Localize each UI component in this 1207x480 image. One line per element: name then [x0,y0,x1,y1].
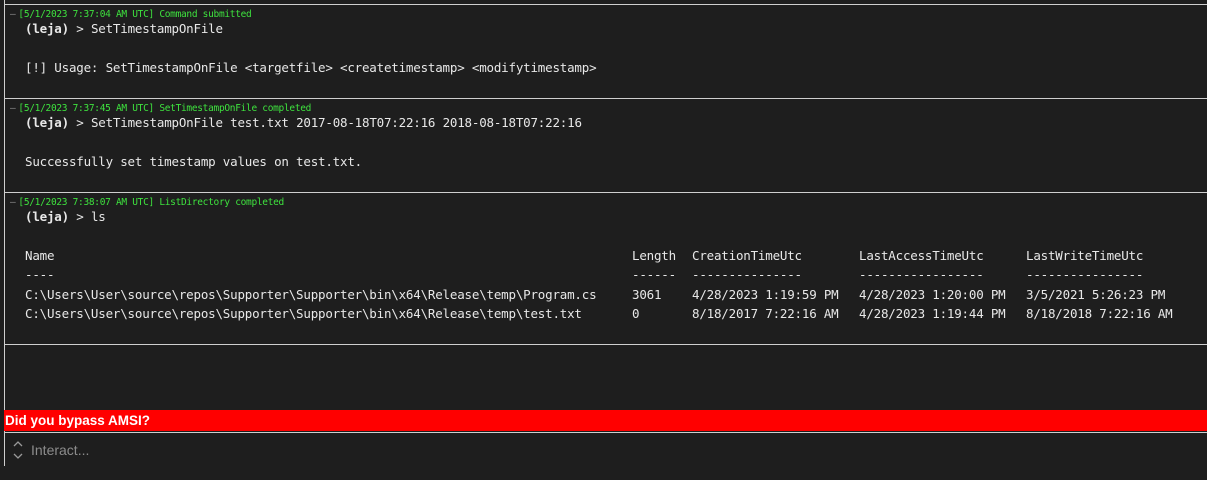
collapse-dash-icon[interactable]: — [10,9,16,20]
prompt-agent-name: (leja) [25,209,69,224]
command-text: > ls [68,209,106,224]
collapse-dash-icon[interactable]: — [10,103,16,114]
table-cell-length: 0 [632,306,640,321]
command-line: (leja) > ls [25,209,106,224]
column-header-last-access-time: LastAccessTimeUtc [859,248,984,263]
column-header-length: Length [632,248,676,263]
prompt-agent-name: (leja) [25,115,69,130]
column-divider: ---- [25,267,55,282]
column-divider: ------ [632,267,676,282]
table-cell-last-access-time: 4/28/2023 1:19:44 PM [859,306,1006,321]
table-cell-name: C:\Users\User\source\repos\Supporter\Sup… [25,287,597,302]
collapse-dash-icon[interactable]: — [10,197,16,208]
entry-header: — [5/1/2023 7:37:45 AM UTC] SetTimestampO… [10,103,312,114]
command-output: [!] Usage: SetTimestampOnFile <targetfil… [25,60,597,75]
command-output: Successfully set timestamp values on tes… [25,154,362,169]
column-divider: ----------------- [859,267,984,282]
output-entry: — [5/1/2023 7:37:45 AM UTC] SetTimestampO… [5,98,1207,192]
table-cell-last-write-time: 8/18/2018 7:22:16 AM [1026,306,1173,321]
column-header-creation-time: CreationTimeUtc [692,248,802,263]
table-cell-last-access-time: 4/28/2023 1:20:00 PM [859,287,1006,302]
column-header-last-write-time: LastWriteTimeUtc [1026,248,1144,263]
command-line: (leja) > SetTimestampOnFile [25,21,223,36]
prompt-agent-name: (leja) [25,21,69,36]
command-line: (leja) > SetTimestampOnFile test.txt 201… [25,115,582,130]
column-divider: ---------------- [1026,267,1144,282]
amsi-warning-banner: Did you bypass AMSI? [4,410,1207,431]
table-cell-last-write-time: 3/5/2021 5:26:23 PM [1026,287,1166,302]
interact-bar [5,432,1207,467]
entry-header: — [5/1/2023 7:37:04 AM UTC] Command submi… [10,9,252,20]
command-text: > SetTimestampOnFile [68,21,223,36]
column-divider: --------------- [692,267,802,282]
history-stepper-icon[interactable] [13,439,23,461]
table-cell-name: C:\Users\User\source\repos\Supporter\Sup… [25,306,582,321]
table-cell-length: 3061 [632,287,662,302]
interact-input[interactable] [31,433,1191,467]
output-entry: — [5/1/2023 7:38:07 AM UTC] ListDirectory… [5,192,1207,345]
table-cell-creation-time: 8/18/2017 7:22:16 AM [692,306,839,321]
command-text: > SetTimestampOnFile test.txt 2017-08-18… [68,115,582,130]
table-cell-creation-time: 4/28/2023 1:19:59 PM [692,287,839,302]
column-header-name: Name [25,248,55,263]
output-entry: — [5/1/2023 7:37:04 AM UTC] Command submi… [5,4,1207,98]
entry-header: — [5/1/2023 7:38:07 AM UTC] ListDirectory… [10,197,284,208]
